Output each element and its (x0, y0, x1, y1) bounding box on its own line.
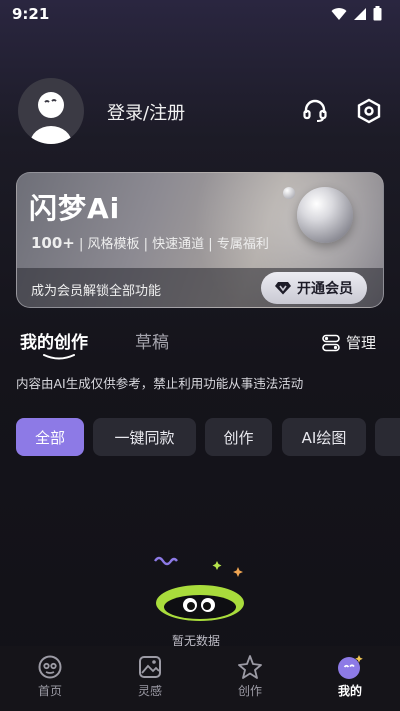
profile-header: 登录/注册 (18, 78, 382, 144)
vip-benefits-text: | 风格模板 | 快速通道 | 专属福利 (74, 237, 269, 252)
nav-label: 灵感 (137, 684, 162, 698)
inspiration-image-icon (139, 656, 161, 678)
chip-create[interactable]: 创作 (205, 418, 272, 456)
wifi-icon (331, 7, 347, 20)
chip-one-click-same[interactable]: 一键同款 (93, 418, 196, 456)
diamond-icon (275, 282, 291, 295)
tab-active-indicator (43, 354, 75, 360)
nav-home[interactable]: 首页 (20, 652, 80, 699)
headset-icon (303, 99, 327, 122)
nav-label: 创作 (237, 684, 262, 698)
manage-button[interactable]: 管理 (322, 332, 376, 353)
customer-service-button[interactable] (300, 96, 330, 126)
default-avatar-icon (30, 92, 72, 144)
tab-drafts[interactable]: 草稿 (135, 328, 169, 353)
signal-icon (354, 7, 366, 20)
battery-icon (373, 6, 382, 21)
filter-chips: 全部 一键同款 创作 AI绘图 (16, 418, 400, 456)
chip-all[interactable]: 全部 (16, 418, 84, 456)
home-face-icon (38, 655, 62, 679)
vip-features: 100+ | 风格模板 | 快速通道 | 专属福利 (31, 233, 269, 252)
manage-icon (322, 334, 340, 351)
create-star-icon (238, 655, 262, 679)
nav-label: 首页 (37, 684, 62, 698)
orb-decoration (297, 187, 353, 243)
open-membership-button[interactable]: 开通会员 (261, 272, 367, 304)
template-count: 100+ (31, 234, 75, 252)
chip-more-partial[interactable] (375, 418, 400, 456)
chip-label: 一键同款 (114, 428, 175, 447)
settings-button[interactable] (354, 96, 384, 126)
nav-inspiration[interactable]: 灵感 (120, 652, 180, 699)
open-membership-label: 开通会员 (297, 281, 353, 297)
chip-label: AI绘图 (301, 428, 347, 447)
chip-label: 全部 (34, 428, 65, 447)
status-icons (331, 6, 382, 21)
ai-disclaimer: 内容由AI生成仅供参考，禁止利用功能从事违法活动 (16, 376, 304, 391)
vip-unlock-text: 成为会员解锁全部功能 (31, 284, 162, 299)
nav-label: 我的 (337, 684, 362, 698)
avatar[interactable] (18, 78, 84, 144)
manage-label: 管理 (345, 334, 376, 352)
nav-create[interactable]: 创作 (220, 652, 280, 699)
status-bar: 9:21 (0, 0, 400, 30)
settings-hexagon-icon (357, 98, 381, 124)
nav-my[interactable]: 我的 (320, 652, 380, 699)
works-tabs: 我的创作 草稿 管理 (20, 328, 380, 360)
vip-bottom-bar: 成为会员解锁全部功能 开通会员 (17, 268, 383, 307)
my-profile-icon (338, 655, 363, 679)
bottom-nav: 首页 灵感 创作 我的 (0, 646, 400, 711)
small-orb-decoration (283, 187, 295, 199)
vip-card[interactable]: 闪梦Ai 100+ | 风格模板 | 快速通道 | 专属福利 成为会员解锁全部功… (16, 172, 384, 308)
chip-label: 创作 (223, 428, 254, 447)
login-register-link[interactable]: 登录/注册 (107, 99, 185, 125)
chip-ai-drawing[interactable]: AI绘图 (282, 418, 366, 456)
app-logo: 闪梦Ai (29, 192, 121, 225)
tab-my-works[interactable]: 我的创作 (20, 328, 88, 353)
status-time: 9:21 (12, 5, 50, 23)
